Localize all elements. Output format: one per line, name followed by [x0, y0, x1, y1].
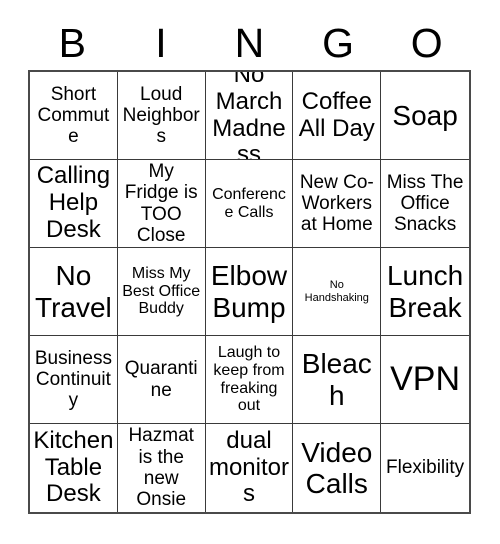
bingo-cell-label: No Travel	[35, 260, 112, 323]
bingo-cell[interactable]: Laugh to keep from freaking out	[205, 336, 294, 424]
bingo-cell-label: New Co-Workers at Home	[299, 171, 374, 236]
bingo-cell-label: Soap	[392, 99, 458, 131]
bingo-cell-label: Laugh to keep from freaking out	[213, 343, 285, 415]
bingo-cell-label: Miss The Office Snacks	[386, 171, 464, 236]
bingo-cell[interactable]: Elbow Bump	[205, 248, 294, 336]
bingo-cell-label: No Handshaking	[304, 279, 369, 304]
bingo-cell[interactable]: Kitchen Table Desk	[30, 424, 118, 512]
bingo-cell[interactable]: Loud Neighbors	[117, 72, 206, 160]
bingo-cell-label: Flexibility	[386, 457, 465, 479]
bingo-cell[interactable]: Miss The Office Snacks	[381, 160, 469, 248]
bingo-cell-label: Kitchen Table Desk	[33, 426, 114, 508]
bingo-cell[interactable]: Miss My Best Office Buddy	[117, 248, 206, 336]
bingo-cell-label: dual monitors	[208, 426, 289, 508]
bingo-cell[interactable]: Coffee All Day	[293, 72, 382, 160]
bingo-cell-label: VPN	[390, 360, 461, 399]
bingo-cell-label: Miss My Best Office Buddy	[122, 264, 201, 318]
bingo-cell[interactable]: Bleach	[293, 336, 382, 424]
bingo-header: B I N G O	[28, 16, 471, 70]
bingo-cell[interactable]: Conference Calls	[205, 160, 294, 248]
bingo-cell[interactable]: No Travel	[30, 248, 118, 336]
header-letter-b: B	[58, 19, 86, 66]
bingo-cell[interactable]: Video Calls	[293, 424, 382, 512]
bingo-cell-label: My Fridge is TOO Close	[124, 160, 198, 246]
bingo-cell[interactable]: Hazmat is the new Onsie	[117, 424, 206, 512]
bingo-cell-label: No March Madness	[212, 72, 286, 160]
bingo-cell[interactable]: Business Continuity	[30, 336, 118, 424]
bingo-cell-label: Loud Neighbors	[122, 83, 200, 148]
bingo-cell-label: Lunch Break	[386, 260, 464, 323]
bingo-cell[interactable]: VPN	[381, 336, 469, 424]
bingo-cell-label: Short Commute	[37, 83, 110, 148]
bingo-cell-label: Calling Help Desk	[36, 162, 111, 243]
bingo-cell[interactable]: dual monitors	[205, 424, 294, 512]
bingo-cell[interactable]: New Co-Workers at Home	[293, 160, 382, 248]
header-letter-i: I	[155, 19, 167, 66]
bingo-cell-label: Video Calls	[301, 436, 373, 499]
bingo-cell[interactable]: No March Madness	[205, 72, 294, 160]
bingo-cell-label: Conference Calls	[212, 185, 286, 221]
bingo-grid: Short Commute Loud Neighbors No March Ma…	[28, 70, 471, 514]
bingo-cell[interactable]: Calling Help Desk	[30, 160, 118, 248]
bingo-cell-label: Coffee All Day	[298, 87, 375, 142]
bingo-card: B I N G O Short Commute Loud Neighbors N…	[0, 0, 500, 544]
header-letter-o: O	[410, 19, 443, 66]
bingo-cell-label: Hazmat is the new Onsie	[128, 425, 194, 511]
bingo-cell-label: Bleach	[301, 348, 372, 411]
header-letter-n: N	[234, 19, 265, 66]
bingo-cell[interactable]: Soap	[381, 72, 469, 160]
bingo-cell[interactable]: Flexibility	[381, 424, 469, 512]
bingo-cell[interactable]: Quarantine	[117, 336, 206, 424]
bingo-cell[interactable]: No Handshaking	[293, 248, 382, 336]
bingo-cell[interactable]: Lunch Break	[381, 248, 469, 336]
bingo-cell-label: Elbow Bump	[210, 260, 288, 323]
bingo-cell[interactable]: My Fridge is TOO Close	[117, 160, 206, 248]
bingo-cell-label: Quarantine	[124, 358, 198, 401]
header-letter-g: G	[322, 19, 355, 66]
bingo-cell-label: Business Continuity	[34, 347, 112, 412]
bingo-cell[interactable]: Short Commute	[30, 72, 118, 160]
